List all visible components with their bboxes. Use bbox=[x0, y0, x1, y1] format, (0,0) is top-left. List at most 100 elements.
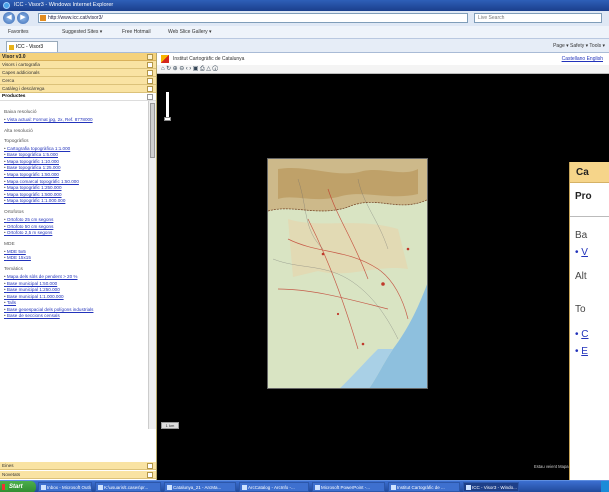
favorites-bar: Favorites Suggested Sites ▾ Free Hotmail… bbox=[0, 26, 609, 39]
favorites-button[interactable]: Favorites bbox=[8, 26, 29, 39]
taskbar-button[interactable]: ICC - Visor3 - Windo... bbox=[463, 482, 519, 492]
taskbar-button-label: ArcCatalog - ArcInfo -... bbox=[248, 485, 295, 490]
product-link[interactable]: • Base de seccions censals bbox=[4, 313, 154, 320]
taskbar-button[interactable]: ArcCatalog - ArcInfo -... bbox=[239, 482, 309, 492]
taskbar-button[interactable]: Institut Cartogràfic de ... bbox=[388, 482, 460, 492]
collapse-icon[interactable] bbox=[147, 94, 153, 100]
product-link-label: Mapa topogràfic 1:10.000 bbox=[6, 158, 59, 164]
fav-item[interactable]: Free Hotmail bbox=[122, 26, 151, 39]
product-link-label: Mapa topogràfic 1:50.000 bbox=[6, 171, 59, 177]
product-link-label: Base topogràfica 1:25.000 bbox=[6, 165, 61, 171]
product-link[interactable]: • Mapa comarcal topogràfic 1:50.000 bbox=[4, 179, 154, 186]
product-link[interactable]: • Ortofoto 2,5 m segons bbox=[4, 230, 154, 237]
section-productes: Productes bbox=[0, 93, 156, 101]
panel-visors[interactable]: Visors i cartografia bbox=[0, 61, 156, 69]
popup-link[interactable]: • E bbox=[570, 346, 609, 357]
popup-link[interactable]: • V bbox=[570, 247, 609, 258]
language-links[interactable]: Castellano English bbox=[562, 53, 603, 65]
expand-icon[interactable] bbox=[147, 70, 153, 76]
popup-link[interactable]: • C bbox=[570, 329, 609, 340]
map-toolbar: ⌂↻⊕⊖‹›▣⎙△ⓘ bbox=[157, 65, 609, 74]
product-link[interactable]: • Vista actual: Format jpg, 2x, Ref. 877… bbox=[4, 117, 154, 124]
taskbar-button[interactable]: Catalunya_21 - ArcMa... bbox=[164, 482, 236, 492]
product-link-label: Base municipal 1:250.000 bbox=[6, 287, 60, 293]
sidebar: Visor v3.0 Visors i cartografia Capes ad… bbox=[0, 53, 157, 480]
system-tray[interactable] bbox=[601, 481, 609, 492]
search-input[interactable]: Live Search bbox=[474, 13, 602, 23]
scrollbar-thumb[interactable] bbox=[150, 103, 155, 158]
panel-novetats[interactable]: Novetats bbox=[0, 471, 156, 479]
product-link[interactable]: • Mapa topogràfic 1:50.000 bbox=[4, 172, 154, 179]
app-icon bbox=[315, 485, 320, 490]
product-link-label: Base geoespacial dels polígons industria… bbox=[6, 306, 94, 312]
product-link[interactable]: • Talls bbox=[4, 300, 154, 307]
product-link[interactable]: • MDE 5x5 bbox=[4, 249, 154, 256]
info-icon[interactable]: ⓘ bbox=[212, 66, 219, 72]
taskbar-button[interactable]: K:\usuaris\t.cases\pr... bbox=[95, 482, 161, 492]
expand-icon[interactable] bbox=[147, 78, 153, 84]
product-link[interactable]: • Base municipal 1:250.000 bbox=[4, 287, 154, 294]
windows-flag-icon bbox=[2, 484, 8, 490]
group-title: Topogràfics bbox=[4, 138, 29, 144]
product-link[interactable]: • Base geoespacial dels polígons industr… bbox=[4, 307, 154, 314]
panel-eines[interactable]: Eines bbox=[0, 462, 156, 470]
panel-cerca[interactable]: Cerca bbox=[0, 77, 156, 85]
product-link[interactable]: • Mapa dels sòls de pendent > 20 % bbox=[4, 274, 154, 281]
ie-logo-icon bbox=[3, 2, 10, 9]
panel-capes[interactable]: Capes addicionals bbox=[0, 69, 156, 77]
taskbar-button-label: K:\usuaris\t.cases\pr... bbox=[104, 485, 149, 490]
address-bar[interactable]: http://www.icc.cat/visor3/ bbox=[38, 13, 468, 23]
back-button[interactable]: ◀ bbox=[3, 12, 15, 24]
forward-button[interactable]: ▶ bbox=[17, 12, 29, 24]
product-link-label: MDE 15x15 bbox=[6, 255, 31, 261]
panel-cataleg[interactable]: Catàleg i descàrrega bbox=[0, 85, 156, 93]
product-link[interactable]: • Mapa topogràfic 1:250.000 bbox=[4, 185, 154, 192]
popup-group: Ba bbox=[575, 230, 588, 241]
popup-divider bbox=[570, 216, 609, 217]
product-link-label: Base de seccions censals bbox=[6, 313, 60, 319]
expand-icon[interactable] bbox=[147, 463, 153, 469]
fav-item[interactable]: Web Slice Gallery ▾ bbox=[168, 26, 212, 39]
map-header: Institut Cartogràfic de Catalunya Castel… bbox=[157, 53, 609, 65]
taskbar-button[interactable]: Microsoft PowerPoint -... bbox=[312, 482, 385, 492]
expand-icon[interactable] bbox=[147, 62, 153, 68]
product-link[interactable]: • Mapa topogràfic 1:10.000 bbox=[4, 159, 154, 166]
fav-item[interactable]: Suggested Sites ▾ bbox=[62, 26, 102, 39]
expand-icon[interactable] bbox=[147, 86, 153, 92]
map-image[interactable] bbox=[267, 158, 428, 389]
product-link[interactable]: • Ortofoto 25 cm segons bbox=[4, 217, 154, 224]
zoom-slider-knob[interactable] bbox=[164, 117, 171, 121]
product-link[interactable]: • Cartografia topogràfica 1:1.000 bbox=[4, 146, 154, 153]
product-link[interactable]: • Ortofoto 50 cm segons bbox=[4, 224, 154, 231]
product-link[interactable]: • Base topogràfica 1:5.000 bbox=[4, 152, 154, 159]
taskbar-button-label: Inbox - Microsoft Outlook bbox=[47, 485, 92, 490]
command-bar[interactable]: Page ▾ Safety ▾ Tools ▾ bbox=[553, 40, 605, 52]
product-link-label: Mapa topogràfic 1:1.000.000 bbox=[6, 198, 66, 204]
product-link[interactable]: • Base municipal 1:50.000 bbox=[4, 281, 154, 288]
product-link-label: Talls bbox=[6, 300, 17, 306]
group-title: Temàtics bbox=[4, 266, 23, 272]
product-link[interactable]: • MDE 15x15 bbox=[4, 255, 154, 262]
collapse-icon[interactable] bbox=[147, 54, 153, 60]
taskbar-button-label: Catalunya_21 - ArcMa... bbox=[173, 485, 222, 490]
zoom-slider[interactable] bbox=[166, 92, 169, 118]
product-link[interactable]: • Base topogràfica 1:25.000 bbox=[4, 165, 154, 172]
group-title: MDE bbox=[4, 241, 15, 247]
product-link[interactable]: • Base municipal 1:1.000.000 bbox=[4, 294, 154, 301]
save-icon[interactable]: ▣ bbox=[193, 66, 200, 72]
product-link-label: Ortofoto 50 cm segons bbox=[6, 223, 54, 229]
product-link-label: Base municipal 1:50.000 bbox=[6, 280, 58, 286]
expand-icon[interactable] bbox=[147, 472, 153, 478]
product-link[interactable]: • Mapa topogràfic 1:500.000 bbox=[4, 192, 154, 199]
tab-favicon-icon bbox=[9, 45, 14, 50]
app-icon bbox=[391, 485, 396, 490]
product-link-label: Ortofoto 2,5 m segons bbox=[6, 230, 53, 236]
tab-row: ICC - Visor3 Page ▾ Safety ▾ Tools ▾ bbox=[0, 39, 609, 53]
start-button[interactable]: Start bbox=[0, 481, 36, 492]
app-icon bbox=[167, 485, 172, 490]
product-link-label: Mapa topogràfic 1:250.000 bbox=[6, 185, 62, 191]
product-link[interactable]: • Mapa topogràfic 1:1.000.000 bbox=[4, 198, 154, 205]
sidebar-scrollbar[interactable] bbox=[148, 101, 156, 429]
tab-icc-visor3[interactable]: ICC - Visor3 bbox=[6, 41, 58, 52]
taskbar-button[interactable]: Inbox - Microsoft Outlook bbox=[38, 482, 92, 492]
